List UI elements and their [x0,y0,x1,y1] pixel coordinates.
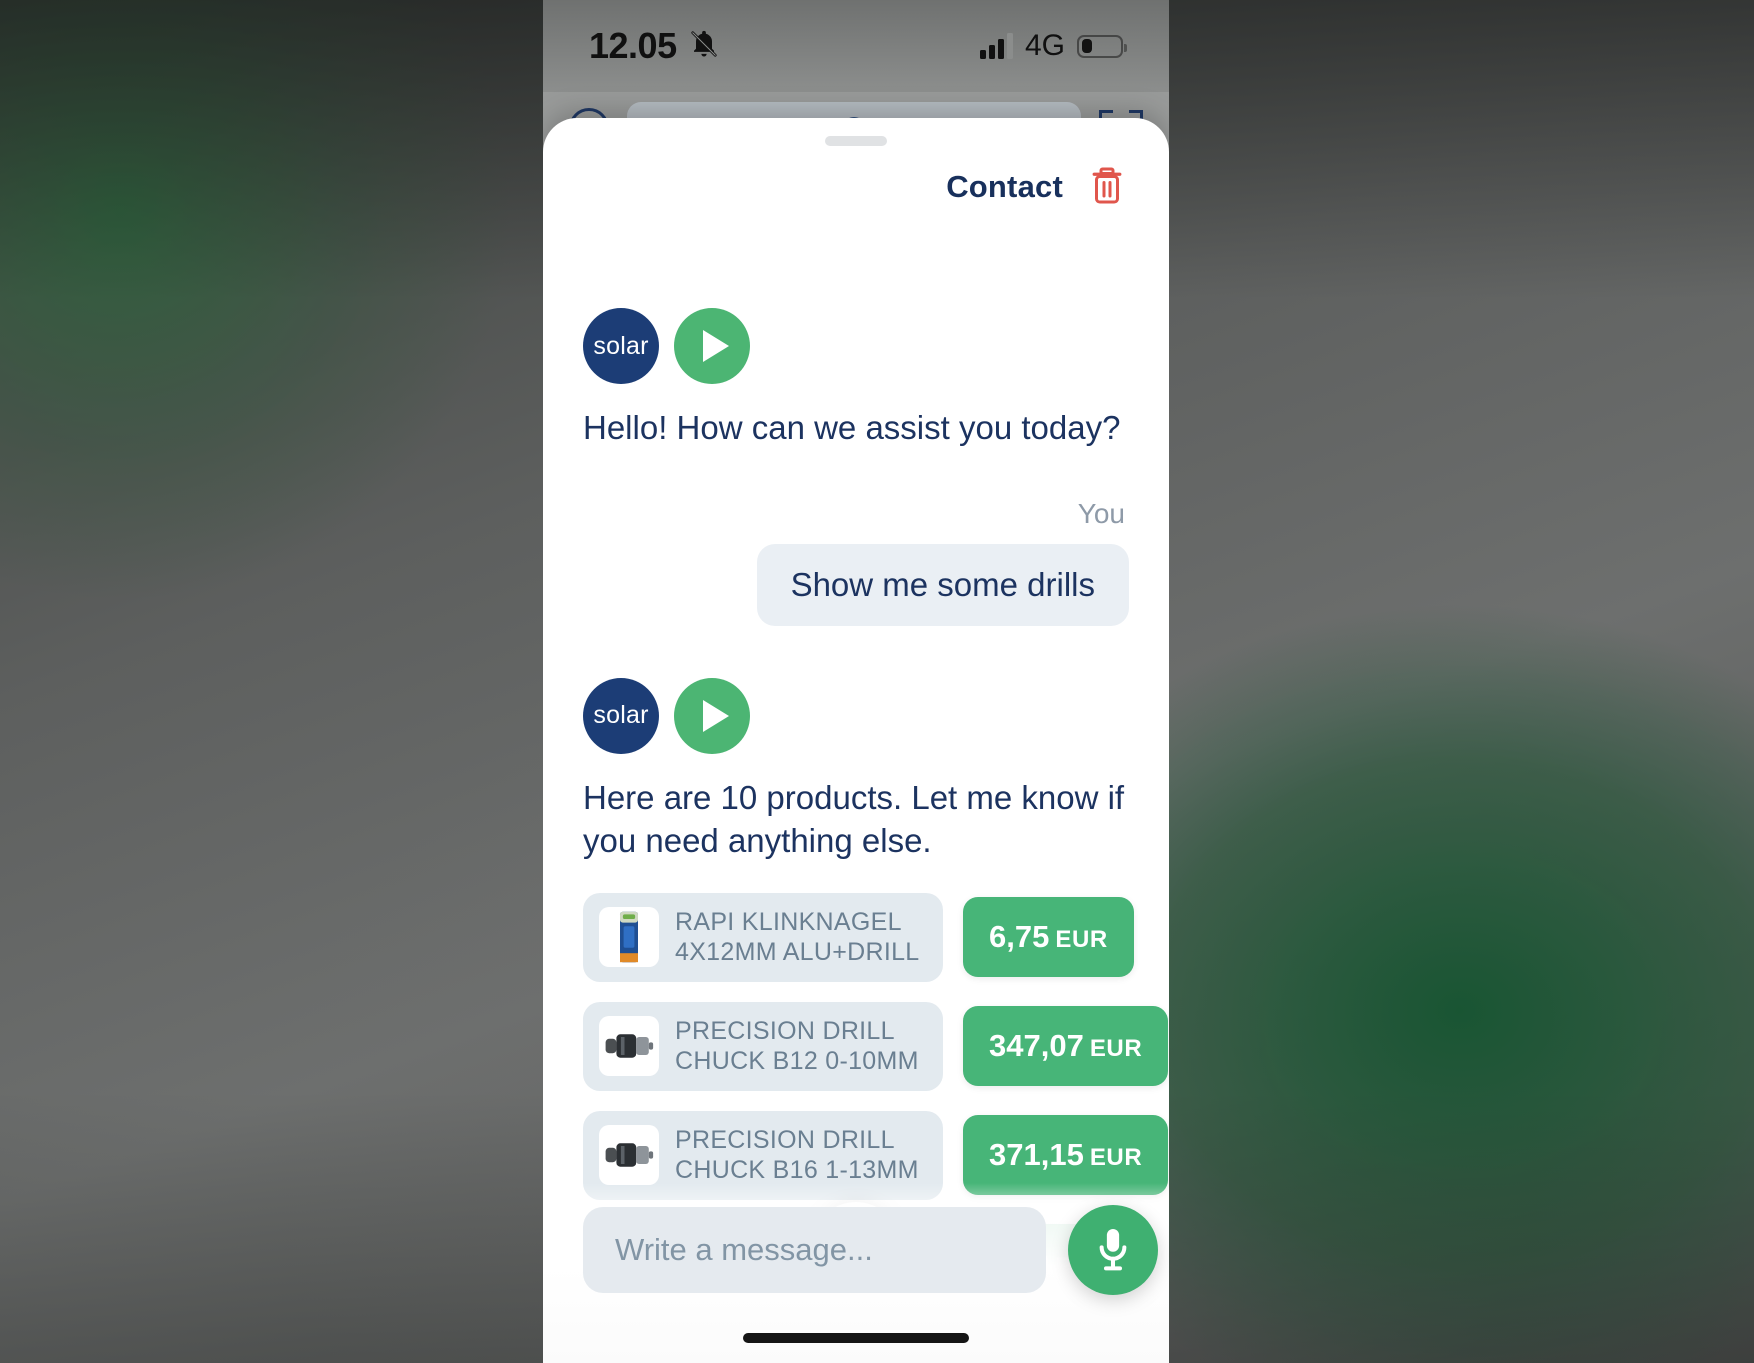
drag-handle[interactable] [825,136,887,146]
status-bar: 12.05 4G [543,0,1169,92]
bot-message-text: Hello! How can we assist you today? [583,409,1121,446]
home-indicator [743,1333,969,1343]
drill-chuck-thumb [599,1016,659,1077]
phone-screen: 12.05 4G Contact solar Hello! How can we… [543,0,1169,1363]
bell-slash-icon [689,29,719,64]
cellular-signal-icon [979,33,1013,59]
search-input[interactable] [583,1207,1046,1293]
product-name: PRECISION DRILL CHUCK B12 0-10MM [675,1016,919,1076]
microphone-icon[interactable] [1068,1205,1158,1295]
price-currency: EUR [1089,1144,1143,1172]
user-sender-label: You [1077,497,1125,529]
contact-button[interactable]: Contact [946,169,1063,205]
network-type-label: 4G [1024,29,1065,62]
chat-bottom-sheet: Contact solar Hello! How can we assist y… [543,118,1169,1363]
rivet-pack-thumb [599,907,659,968]
price-currency: EUR [1055,926,1108,954]
status-bar-right: 4G [979,29,1127,63]
product-card[interactable]: PRECISION DRILL CHUCK B12 0-10MM [583,1001,943,1091]
play-icon[interactable] [674,308,750,384]
list-item[interactable]: RAPI KLINKNAGEL 4X12MM ALU+DRILL 6,75 EUR [583,892,1134,982]
drill-chuck-thumb [599,1125,659,1186]
product-name: RAPI KLINKNAGEL 4X12MM ALU+DRILL [675,907,920,967]
price-amount: 6,75 [989,919,1050,955]
price-currency: EUR [1089,1035,1143,1063]
play-icon[interactable] [674,677,750,754]
price-amount: 347,07 [989,1028,1084,1064]
bot-message-text: Here are 10 products. Let me know if you… [583,778,1125,860]
product-price[interactable]: 6,75 EUR [963,897,1134,978]
user-message-row: Show me some drills [583,543,1129,626]
price-amount: 371,15 [989,1137,1084,1173]
product-card[interactable]: RAPI KLINKNAGEL 4X12MM ALU+DRILL [583,892,943,982]
bot-avatar-row: solar [583,308,1129,384]
status-bar-time: 12.05 [589,25,677,66]
avatar: solar [583,677,659,754]
product-name: PRECISION DRILL CHUCK B16 1-13MM [675,1125,919,1185]
status-bar-left: 12.05 [589,25,719,67]
avatar: solar [583,308,659,384]
user-message-bubble: Show me some drills [756,543,1129,626]
list-item[interactable]: PRECISION DRILL CHUCK B12 0-10MM 347,07 E… [583,1001,1169,1091]
bot-avatar-row: solar [583,677,1129,754]
sheet-header: Contact [543,146,1169,208]
trash-icon[interactable] [1089,166,1125,208]
battery-low-icon [1077,34,1127,58]
product-price[interactable]: 347,07 EUR [963,1006,1169,1087]
